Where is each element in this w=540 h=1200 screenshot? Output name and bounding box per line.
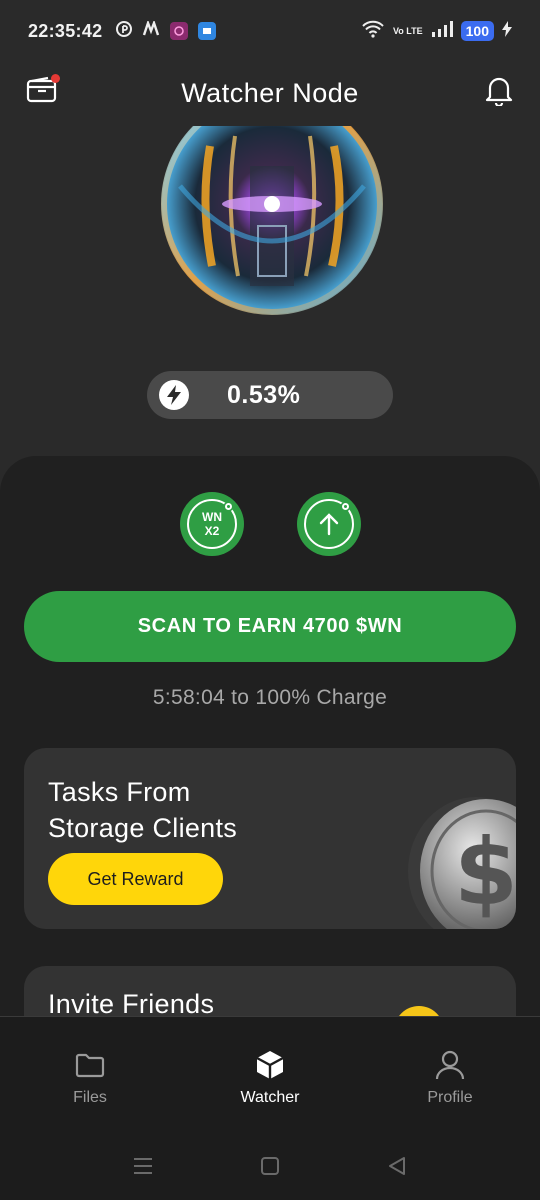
charge-indicator: 0.53% <box>147 371 393 419</box>
blue-app-icon <box>198 22 217 40</box>
pinterest-icon <box>116 20 133 42</box>
tasks-card-title: Tasks From Storage Clients <box>48 777 238 843</box>
status-indicators: Vo LTE 100 <box>361 20 512 43</box>
bell-icon <box>485 77 513 108</box>
svg-text:$: $ <box>454 819 516 926</box>
purple-app-icon <box>170 22 189 40</box>
m-logo-icon <box>142 18 160 42</box>
system-navigation-bar <box>0 1132 540 1200</box>
watcher-orb-image <box>150 126 390 336</box>
user-icon <box>435 1050 465 1080</box>
page-title: Watcher Node <box>181 77 359 108</box>
wallet-button[interactable] <box>26 74 60 106</box>
wifi-icon <box>361 20 385 43</box>
home-icon[interactable] <box>259 1155 281 1177</box>
cube-icon <box>256 1051 284 1079</box>
upgrade-button[interactable] <box>297 492 361 556</box>
scan-to-earn-button[interactable]: SCAN TO EARN 4700 $WN <box>24 591 516 662</box>
bottom-navigation: Files Watcher Profile <box>0 1016 540 1132</box>
signal-icon <box>431 20 453 42</box>
notifications-button[interactable] <box>484 74 514 108</box>
nav-watcher-label: Watcher <box>240 1089 300 1106</box>
folder-icon <box>75 1053 105 1078</box>
notification-dot <box>51 74 60 83</box>
arrow-up-icon <box>319 513 339 536</box>
app-header: Watcher Node <box>0 62 540 124</box>
multiplier-label: WN X2 <box>202 510 222 538</box>
charging-bolt-icon <box>502 20 512 42</box>
dollar-coin-icon: $ <box>408 797 516 929</box>
nav-profile-label: Profile <box>427 1089 473 1106</box>
charge-percent: 0.53% <box>227 380 301 409</box>
multiplier-boost-button[interactable]: WN X2 <box>180 492 244 556</box>
status-app-icons <box>116 18 217 42</box>
tasks-card[interactable]: Tasks From Storage Clients Get Reward $ <box>24 748 516 929</box>
nav-files-label: Files <box>73 1089 107 1106</box>
status-time: 22:35:42 <box>28 20 103 41</box>
recent-apps-icon[interactable] <box>132 1156 154 1176</box>
charge-eta-text: 5:58:04 to 100% Charge <box>152 686 388 709</box>
battery-badge: 100 <box>460 21 494 41</box>
lightning-icon <box>159 380 189 410</box>
back-icon[interactable] <box>386 1155 408 1177</box>
status-bar: 22:35:42 Vo LTE 100 <box>0 0 540 62</box>
volte-label: Vo LTE <box>392 25 423 36</box>
nav-files[interactable]: Files <box>0 1017 180 1132</box>
nav-profile[interactable]: Profile <box>360 1017 540 1132</box>
nav-watcher[interactable]: Watcher <box>180 1017 360 1132</box>
get-reward-button[interactable]: Get Reward <box>48 853 223 905</box>
